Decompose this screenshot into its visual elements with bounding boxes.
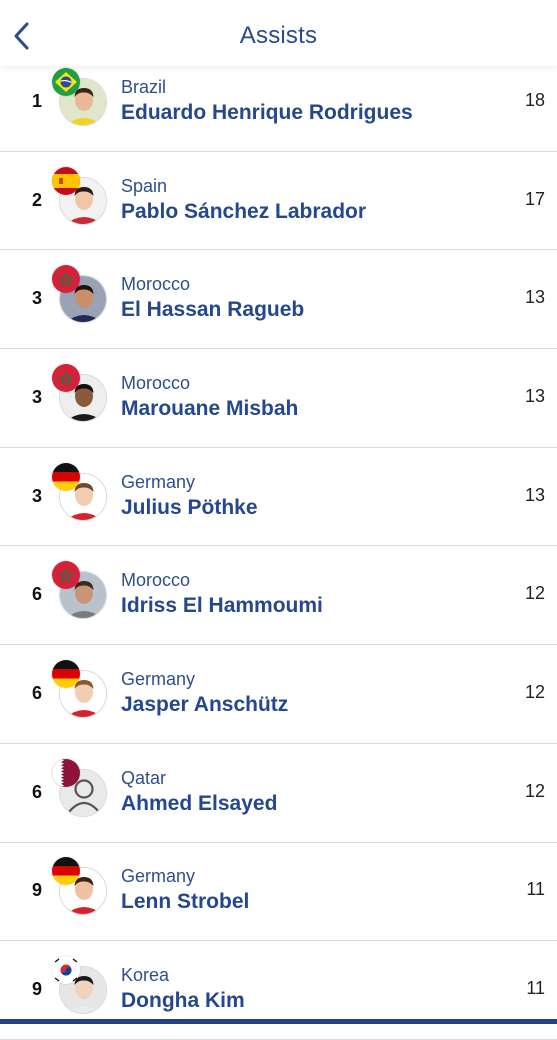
player-rank: 9 (31, 979, 42, 1000)
player-rank: 3 (31, 288, 42, 309)
player-rank: 9 (31, 880, 42, 901)
page-title: Assists (239, 22, 318, 49)
player-rank: 3 (31, 485, 42, 506)
germany-flag-icon (52, 659, 80, 688)
player-name[interactable]: Pablo Sánchez Labrador (121, 200, 366, 224)
morocco-flag-icon (52, 363, 80, 392)
player-country: Morocco (121, 274, 191, 295)
player-row[interactable]: 6 Morocco Idriss El Hammoumi 12 (0, 546, 557, 646)
player-rank: 1 (31, 90, 42, 111)
assists-count: 11 (526, 879, 545, 900)
player-name[interactable]: Ahmed Elsayed (121, 792, 277, 816)
player-country: Morocco (121, 372, 191, 393)
player-country: Morocco (121, 570, 191, 591)
player-row[interactable]: 9 Germany Lenn Strobel 11 (0, 842, 557, 942)
assists-count: 13 (524, 484, 545, 505)
spain-flag-icon (52, 166, 80, 195)
assists-count: 12 (524, 681, 545, 702)
player-rank: 2 (31, 189, 42, 210)
player-rank: 3 (31, 386, 42, 407)
player-name[interactable]: Marouane Misbah (121, 397, 298, 421)
germany-flag-icon (52, 462, 80, 491)
assists-list: 1 Brazil Eduardo Henrique Rodrigues 18 2 Spai… (0, 53, 557, 1040)
player-row[interactable]: 6 Qatar Ahmed Elsayed 12 (0, 743, 557, 843)
player-country: Germany (121, 668, 196, 689)
player-country: Germany (121, 866, 196, 887)
assists-count: 11 (526, 978, 545, 999)
brazil-flag-icon (52, 67, 80, 96)
player-name[interactable]: Eduardo Henrique Rodrigues (121, 101, 413, 125)
player-name[interactable]: Jasper Anschütz (121, 693, 288, 717)
player-row[interactable]: 3 Morocco El Hassan Ragueb 13 (0, 250, 557, 350)
player-country: Spain (121, 175, 168, 196)
player-country: Qatar (121, 767, 167, 788)
player-name[interactable]: Lenn Strobel (121, 890, 249, 914)
player-country: Brazil (121, 76, 167, 97)
top-bar: Assists (0, 0, 557, 66)
player-row[interactable]: 1 Brazil Eduardo Henrique Rodrigues 18 (0, 53, 557, 152)
player-country: Korea (121, 965, 170, 986)
assists-count: 18 (524, 89, 545, 110)
player-row[interactable]: 6 Germany Jasper Anschütz 12 (0, 645, 557, 744)
player-rank: 6 (31, 682, 42, 703)
assists-count: 13 (524, 385, 545, 406)
assists-count: 12 (524, 583, 545, 604)
assists-count: 13 (524, 287, 545, 308)
player-row[interactable]: 3 Morocco Marouane Misbah 13 (0, 349, 557, 448)
player-name[interactable]: Idriss El Hammoumi (121, 594, 323, 618)
korea-flag-icon (52, 956, 80, 985)
qatar-flag-icon (52, 758, 80, 787)
player-row[interactable]: 2 Spain Pablo Sánchez Labrador 17 (0, 151, 557, 251)
player-row[interactable]: 3 Germany Julius Pöthke 13 (0, 447, 557, 547)
player-rank: 6 (31, 584, 42, 605)
player-row[interactable]: 9 Korea Dongha Kim 11 (0, 941, 557, 1040)
assists-count: 17 (524, 188, 545, 209)
player-name[interactable]: Julius Pöthke (121, 496, 258, 520)
player-country: Germany (121, 471, 196, 492)
player-name[interactable]: Dongha Kim (121, 989, 245, 1013)
assists-count: 12 (524, 780, 545, 801)
player-name[interactable]: El Hassan Ragueb (121, 298, 304, 322)
player-rank: 6 (31, 781, 42, 802)
bottom-bar (0, 1019, 557, 1024)
